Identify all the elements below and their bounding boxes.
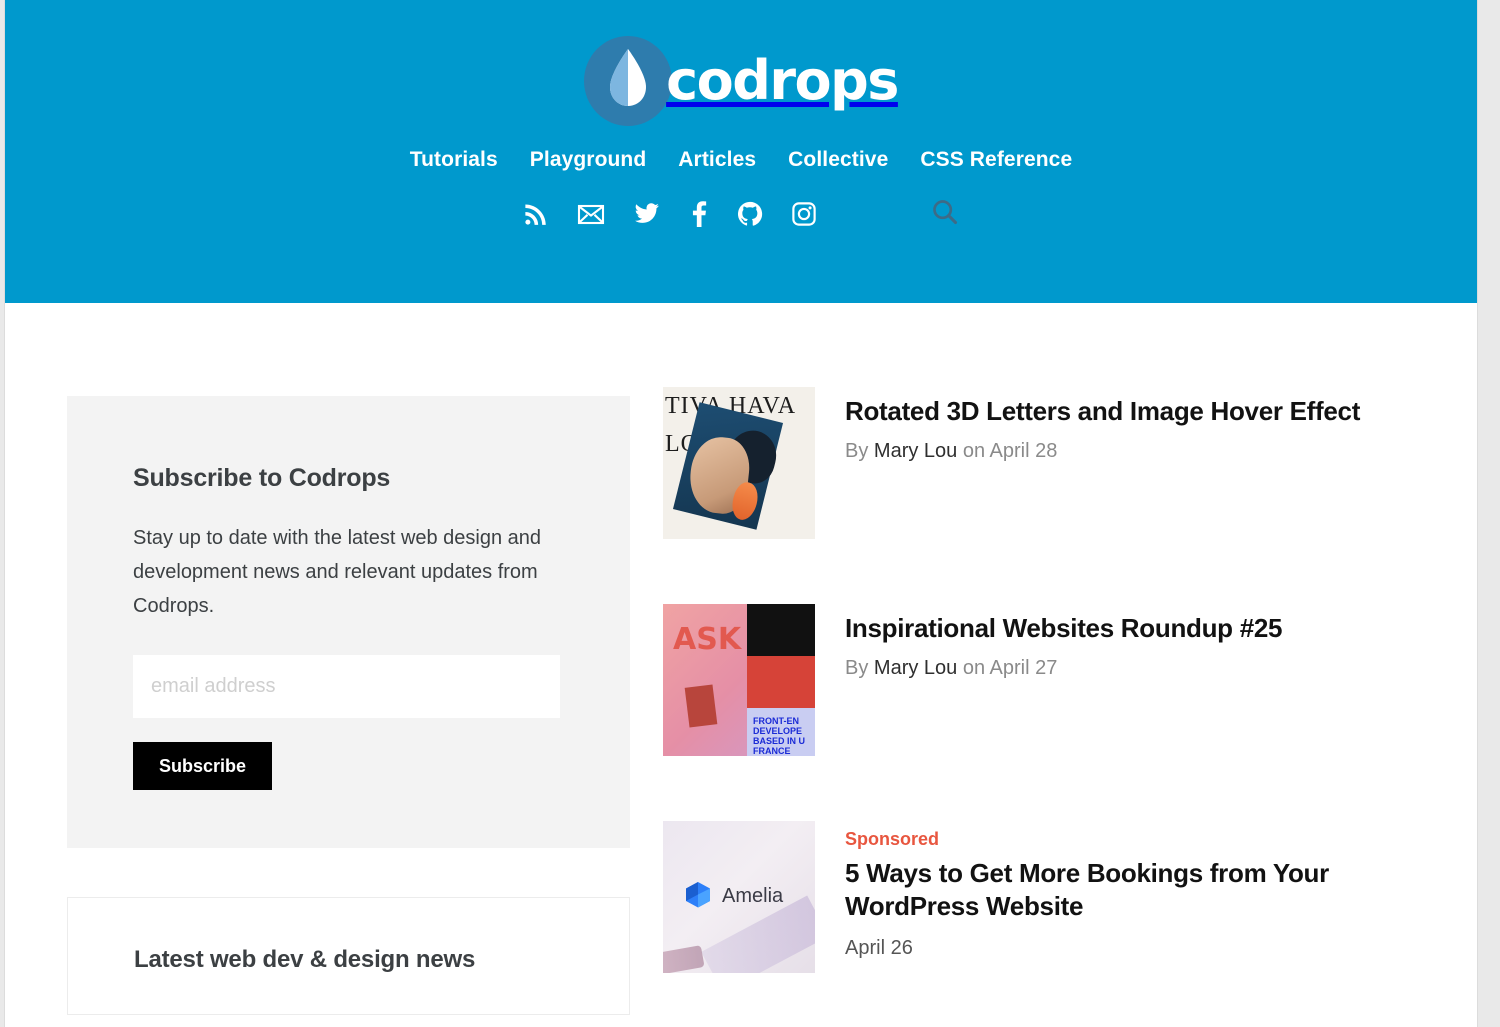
article-author[interactable]: Mary Lou <box>874 657 957 679</box>
article-thumbnail[interactable]: ASK FRONT-EN DEVELOPE BASED IN U FRANCE <box>663 604 815 756</box>
thumbnail-text: ASK <box>673 622 742 657</box>
article-title-link[interactable]: Inspirational Websites Roundup #25 <box>845 613 1282 643</box>
article-body: Sponsored 5 Ways to Get More Bookings fr… <box>845 821 1431 973</box>
on-prefix: on <box>962 657 986 679</box>
article-author[interactable]: Mary Lou <box>874 440 957 462</box>
article-item: TIVA HAVA LO NC Rotated 3D Letters and I… <box>663 387 1431 539</box>
site-header: codrops Tutorials Playground Articles Co… <box>5 0 1477 303</box>
site-logo[interactable]: codrops <box>584 30 899 126</box>
instagram-icon[interactable] <box>791 201 817 227</box>
amelia-cube-icon <box>686 882 710 908</box>
nav-item-playground[interactable]: Playground <box>530 148 647 172</box>
subscribe-button[interactable]: Subscribe <box>133 742 273 790</box>
thumbnail-text-small: FRONT-EN DEVELOPE BASED IN U FRANCE <box>753 716 806 756</box>
article-thumbnail[interactable]: TIVA HAVA LO NC <box>663 387 815 539</box>
github-icon[interactable] <box>737 201 763 227</box>
subscribe-panel: Subscribe to Codrops Stay up to date wit… <box>67 396 630 848</box>
latest-news-panel: Latest web dev & design news <box>67 897 630 1015</box>
nav-item-collective[interactable]: Collective <box>788 148 888 172</box>
sponsored-badge: Sponsored <box>845 829 940 849</box>
subscribe-description: Stay up to date with the latest web desi… <box>133 527 542 617</box>
nav-item-tutorials[interactable]: Tutorials <box>410 148 498 172</box>
envelope-icon[interactable] <box>577 201 605 227</box>
article-meta: By Mary Lou on April 28 <box>845 440 1431 463</box>
by-prefix: By <box>845 657 869 679</box>
page-root: codrops Tutorials Playground Articles Co… <box>4 0 1478 1027</box>
article-body: Inspirational Websites Roundup #25 By Ma… <box>845 604 1431 756</box>
article-date: April 26 <box>845 937 913 959</box>
article-title: Inspirational Websites Roundup #25 <box>845 612 1431 645</box>
latest-news-title: Latest web dev & design news <box>134 946 476 973</box>
subscribe-title: Subscribe to Codrops <box>133 464 391 492</box>
social-links <box>5 198 1477 229</box>
article-thumbnail[interactable]: Amelia <box>663 821 815 973</box>
article-meta: By Mary Lou on April 27 <box>845 657 1431 680</box>
article-title: 5 Ways to Get More Bookings from Your Wo… <box>845 857 1431 923</box>
article-item: ASK FRONT-EN DEVELOPE BASED IN U FRANCE … <box>663 604 1431 756</box>
email-field[interactable] <box>133 655 560 718</box>
nav-item-css-reference[interactable]: CSS Reference <box>920 148 1072 172</box>
logo-wordmark: codrops <box>666 49 899 112</box>
twitter-icon[interactable] <box>633 201 661 227</box>
on-prefix: on <box>962 440 986 462</box>
article-title: Rotated 3D Letters and Image Hover Effec… <box>845 395 1431 428</box>
article-body: Rotated 3D Letters and Image Hover Effec… <box>845 387 1431 539</box>
article-item-sponsored: Amelia Sponsored 5 Ways to Get More Book… <box>663 821 1431 973</box>
article-title-link[interactable]: Rotated 3D Letters and Image Hover Effec… <box>845 396 1360 426</box>
article-date: April 27 <box>989 657 1058 679</box>
article-list: TIVA HAVA LO NC Rotated 3D Letters and I… <box>635 303 1477 1027</box>
by-prefix: By <box>845 440 869 462</box>
sidebar: Subscribe to Codrops Stay up to date wit… <box>5 303 635 1027</box>
amelia-brand-text: Amelia <box>722 884 784 907</box>
main-navigation: Tutorials Playground Articles Collective… <box>5 148 1477 172</box>
article-date: April 28 <box>989 440 1058 462</box>
facebook-icon[interactable] <box>689 200 709 227</box>
article-title-link[interactable]: 5 Ways to Get More Bookings from Your Wo… <box>845 858 1329 921</box>
rss-icon[interactable] <box>523 201 549 227</box>
thumbnail-magazine-art <box>672 402 784 530</box>
amelia-logo: Amelia <box>681 879 783 913</box>
page-content: Subscribe to Codrops Stay up to date wit… <box>5 303 1477 1027</box>
search-icon[interactable] <box>931 198 959 229</box>
nav-item-articles[interactable]: Articles <box>678 148 756 172</box>
logo-droplet-icon <box>584 33 673 126</box>
